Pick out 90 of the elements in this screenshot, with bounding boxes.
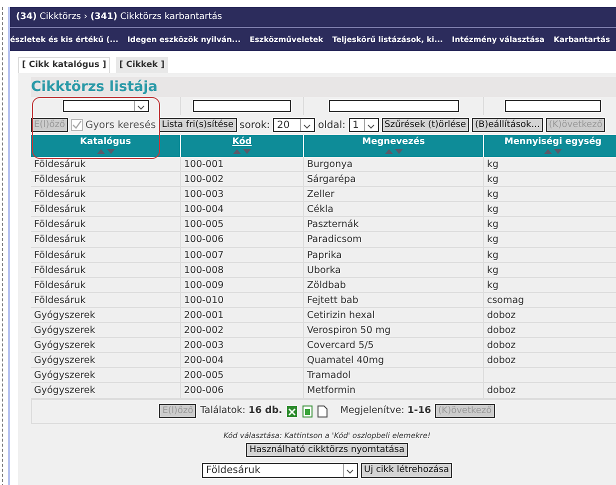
table-cell: Földesáruk xyxy=(31,292,181,308)
table-cell: Földesáruk xyxy=(31,278,181,293)
clear-filters-button[interactable]: Szűrések (t)örlése xyxy=(382,118,470,132)
tab[interactable]: [ Cikk katalógus ] xyxy=(18,57,110,73)
table-cell: Földesáruk xyxy=(31,172,181,188)
table-cell: kg xyxy=(484,172,616,188)
table-cell: Földesáruk xyxy=(31,248,181,263)
table-cell[interactable]: 100-010 xyxy=(181,292,304,308)
table-cell: doboz xyxy=(484,353,616,368)
page-dropdown[interactable]: 1 xyxy=(348,118,379,132)
table-cell: Zöldbab xyxy=(304,278,484,293)
table-cell[interactable]: 100-009 xyxy=(181,278,304,293)
quick-search-label: Gyors keresés xyxy=(85,118,156,132)
table-cell[interactable]: 200-004 xyxy=(181,353,304,368)
table-cell[interactable]: 200-003 xyxy=(181,338,304,354)
table-cell: Sárgarépa xyxy=(304,172,484,188)
column-title: Megnevezés xyxy=(362,136,425,148)
tab[interactable]: [ Cikkek ] xyxy=(116,57,168,73)
table-cell: kg xyxy=(484,187,616,202)
filter-field[interactable] xyxy=(328,100,458,112)
column-title: Katalógus xyxy=(80,136,131,148)
table-cell: Gyógyszerek xyxy=(31,353,181,368)
table-cell[interactable]: 100-006 xyxy=(181,232,304,248)
filter-field[interactable] xyxy=(505,100,601,112)
table-cell[interactable]: 200-006 xyxy=(181,383,304,398)
table-cell: kg xyxy=(484,262,616,278)
settings-button[interactable]: (B)eállítások... xyxy=(472,118,543,132)
filter-field[interactable] xyxy=(193,100,291,112)
table-cell: Tramadol xyxy=(304,368,484,384)
table-cell: Földesáruk xyxy=(31,187,181,202)
table-cell: Földesáruk xyxy=(31,262,181,278)
results-count: Találatok: 16 db. xyxy=(200,404,282,418)
table-cell[interactable]: 200-001 xyxy=(181,308,304,324)
table-cell: Cetirizin hexal xyxy=(304,308,484,324)
catalog-dropdown[interactable]: Földesáruk xyxy=(202,462,358,478)
table-cell[interactable]: 200-002 xyxy=(181,323,304,338)
print-button[interactable]: Használható cikktörzs nyomtatása xyxy=(246,442,408,457)
table-cell: doboz xyxy=(484,323,616,338)
rows-dropdown[interactable]: 20 xyxy=(273,118,315,132)
refresh-list-button[interactable]: Lista fri(s)sítése xyxy=(158,118,236,132)
breadcrumb: (34) Cikktörzs › (341) Cikktörzs karbantartás xyxy=(10,7,616,27)
table-cell: Fejtett bab xyxy=(304,292,484,308)
table-cell[interactable]: 100-007 xyxy=(181,248,304,263)
table-cell: Paszternák xyxy=(304,217,484,232)
create-item-button[interactable]: Uj cikk létrehozása xyxy=(361,462,452,478)
table-cell: Paprika xyxy=(304,248,484,263)
table-cell[interactable]: 100-004 xyxy=(181,202,304,218)
table-cell[interactable]: 200-005 xyxy=(181,368,304,384)
table-cell: Metformin xyxy=(304,383,484,398)
table-cell: Verospiron 50 mg xyxy=(304,323,484,338)
table-cell: kg xyxy=(484,217,616,232)
table-cell: Földesáruk xyxy=(31,157,181,172)
sort-link[interactable]: Kód xyxy=(232,136,252,148)
document-icon[interactable] xyxy=(317,404,328,418)
table-cell: Zeller xyxy=(304,187,484,202)
rows-label: sorok: xyxy=(240,118,270,132)
table-cell: Gyógyszerek xyxy=(31,308,181,324)
table-cell[interactable]: 100-001 xyxy=(181,157,304,172)
table-cell[interactable]: 100-005 xyxy=(181,217,304,232)
table-cell[interactable]: 100-003 xyxy=(181,187,304,202)
table-cell: kg xyxy=(484,232,616,248)
table-cell: kg xyxy=(484,202,616,218)
table-cell: Gyógyszerek xyxy=(31,383,181,398)
table-cell: doboz xyxy=(484,308,616,324)
table-cell: kg xyxy=(484,278,616,293)
table-cell: doboz xyxy=(484,338,616,354)
table-cell: kg xyxy=(484,248,616,263)
table-cell: Paradicsom xyxy=(304,232,484,248)
filter-dropdown[interactable] xyxy=(62,100,148,112)
table-cell: Gyógyszerek xyxy=(31,368,181,384)
page-label: oldal: xyxy=(318,118,346,132)
table-cell: Földesáruk xyxy=(31,202,181,218)
table-cell: Burgonya xyxy=(304,157,484,172)
excel-icon[interactable] xyxy=(286,404,298,418)
spreadsheet-icon[interactable] xyxy=(302,404,314,418)
column-title: Mennyiségi egység xyxy=(504,136,602,148)
table-cell: Cékla xyxy=(304,202,484,218)
table-cell: Uborka xyxy=(304,262,484,278)
table-cell: Földesáruk xyxy=(31,232,181,248)
table-cell: Covercard 5/5 xyxy=(304,338,484,354)
table-cell: Gyógyszerek xyxy=(31,323,181,338)
table-cell: Földesáruk xyxy=(31,217,181,232)
table-cell[interactable]: 100-008 xyxy=(181,262,304,278)
table-cell: doboz xyxy=(484,383,616,398)
table-cell[interactable]: 100-002 xyxy=(181,172,304,188)
displayed-range: Megjelenítve: 1-16 xyxy=(340,404,432,418)
page-title: Cikktörzs listája xyxy=(31,77,616,97)
table-cell: Quamatel 40mg xyxy=(304,353,484,368)
table-cell: kg xyxy=(484,157,616,172)
table-cell: Gyógyszerek xyxy=(31,338,181,354)
